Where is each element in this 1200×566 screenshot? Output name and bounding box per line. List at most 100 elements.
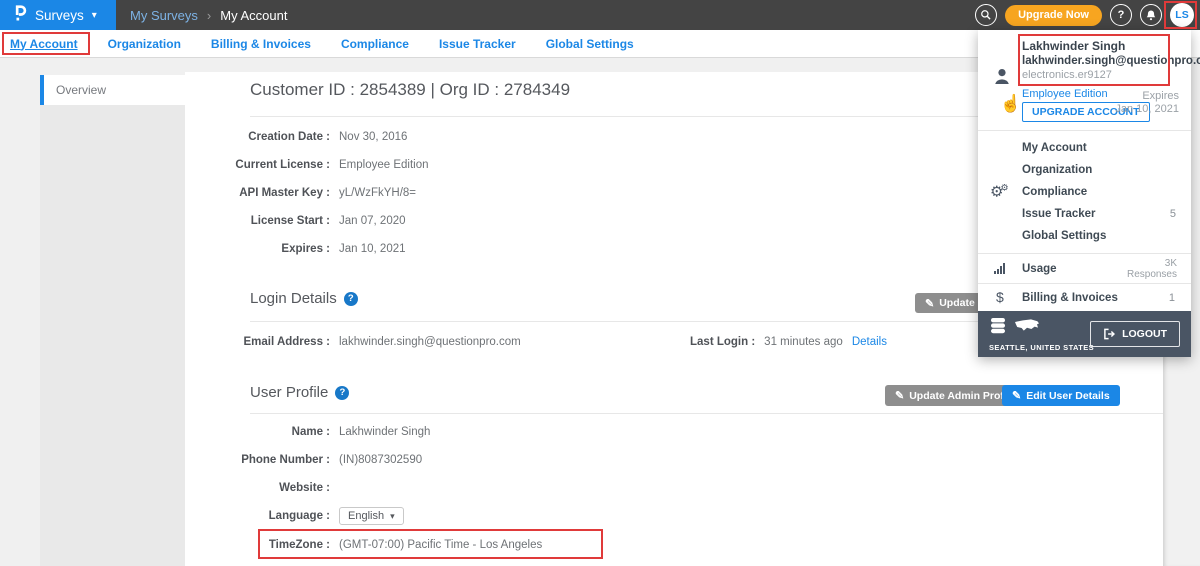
field-label: Name :: [185, 426, 330, 438]
dropdown-menu: ⚙⚙ My Account Organization Compliance Is…: [978, 130, 1191, 253]
language-value: English: [348, 510, 384, 522]
login-details-heading: Login Details ?: [250, 290, 358, 307]
field-label: TimeZone :: [185, 539, 330, 551]
sidebar-overview-label: Overview: [56, 83, 106, 97]
app-window: Surveys ▾ My Surveys › My Account Upgrad…: [0, 0, 1200, 566]
breadcrumb-my-surveys[interactable]: My Surveys: [130, 8, 198, 23]
menu-item-billing-invoices[interactable]: $ Billing & Invoices 1: [978, 283, 1191, 311]
usage-bars-icon: [994, 263, 1005, 274]
user-profile-title: User Profile: [250, 384, 328, 401]
search-icon[interactable]: [975, 4, 997, 26]
person-icon: [993, 68, 1011, 90]
field-row-website: Website :: [185, 478, 339, 498]
tab-billing-invoices[interactable]: Billing & Invoices: [211, 37, 311, 51]
field-label: Website :: [185, 482, 330, 494]
billing-count: 1: [1169, 292, 1175, 304]
menu-item-compliance[interactable]: Compliance: [978, 181, 1191, 203]
notifications-bell-icon[interactable]: [1140, 4, 1162, 26]
settings-gears-icon: ⚙⚙: [990, 183, 1009, 202]
dollar-icon: $: [996, 289, 1004, 305]
menu-item-organization[interactable]: Organization: [978, 159, 1191, 181]
field-row-name: Name : Lakhwinder Singh: [185, 422, 430, 442]
field-row-current-license: Current License : Employee Edition: [185, 155, 429, 175]
login-details-help-icon[interactable]: ?: [344, 292, 358, 306]
user-avatar[interactable]: LS: [1170, 3, 1194, 27]
menu-item-issue-tracker[interactable]: Issue Tracker 5: [978, 203, 1191, 225]
upgrade-now-button[interactable]: Upgrade Now: [1005, 5, 1102, 26]
field-row-expires: Expires : Jan 10, 2021: [185, 239, 406, 259]
user-dropdown-panel: Lakhwinder Singh lakhwinder.singh@questi…: [978, 30, 1191, 357]
field-value: yL/WzFkYH/8=: [339, 187, 416, 199]
expires-label: Expires: [1115, 90, 1179, 103]
license-expiry: Expires Jan 10, 2021: [1115, 90, 1179, 116]
logout-button[interactable]: LOGOUT: [1090, 321, 1180, 347]
tab-organization[interactable]: Organization: [108, 37, 181, 51]
sidebar-item-overview[interactable]: Overview: [40, 75, 185, 105]
logout-icon: [1103, 328, 1116, 340]
breadcrumb-separator-icon: ›: [207, 8, 211, 23]
datacenter-location: SEATTLE, UNITED STATES: [989, 343, 1094, 352]
field-label: Phone Number :: [185, 454, 330, 466]
user-profile-help-icon[interactable]: ?: [335, 386, 349, 400]
update-admin-profile-label: Update Admin Profile: [909, 390, 1015, 402]
field-row-api-master-key: API Master Key : yL/WzFkYH/8=: [185, 183, 416, 203]
edit-icon: ✎: [1012, 389, 1021, 402]
field-value: lakhwinder.singh@questionpro.com: [339, 336, 521, 348]
edit-icon: ✎: [895, 389, 904, 402]
menu-item-my-account[interactable]: My Account: [978, 137, 1191, 159]
language-select[interactable]: English ▾: [339, 507, 404, 525]
tab-issue-tracker[interactable]: Issue Tracker: [439, 37, 516, 51]
edit-user-details-button[interactable]: ✎ Edit User Details: [1002, 385, 1120, 406]
dropdown-user-info: Lakhwinder Singh lakhwinder.singh@questi…: [1022, 39, 1200, 82]
product-switcher[interactable]: Surveys ▾: [0, 0, 116, 30]
tab-my-account[interactable]: My Account: [10, 37, 78, 51]
chevron-down-icon: ▾: [92, 10, 97, 21]
divider: [250, 413, 1163, 414]
usa-map-icon: [1014, 318, 1040, 338]
expires-date: Jan 10, 2021: [1115, 103, 1179, 116]
field-value: Employee Edition: [339, 159, 429, 171]
menu-item-usage[interactable]: Usage 3K Responses: [978, 253, 1191, 283]
edit-user-details-label: Edit User Details: [1026, 390, 1109, 402]
dropdown-username: electronics.er9127: [1022, 68, 1200, 82]
field-label: Current License :: [185, 159, 330, 171]
field-value: Nov 30, 2016: [339, 131, 407, 143]
field-label: Language :: [185, 510, 330, 522]
logout-label: LOGOUT: [1122, 328, 1167, 340]
field-row-phone: Phone Number : (IN)8087302590: [185, 450, 422, 470]
last-login-details-link[interactable]: Details: [852, 336, 887, 348]
edition-link[interactable]: Employee Edition: [1022, 88, 1108, 100]
top-navbar: Surveys ▾ My Surveys › My Account Upgrad…: [0, 0, 1200, 30]
tab-global-settings[interactable]: Global Settings: [546, 37, 634, 51]
field-row-timezone: TimeZone : (GMT-07:00) Pacific Time - Lo…: [185, 535, 542, 555]
last-login-value: 31 minutes ago: [764, 336, 843, 348]
server-database-icon: [990, 317, 1006, 340]
field-value: Jan 07, 2020: [339, 215, 406, 227]
menu-item-global-settings[interactable]: Global Settings: [978, 225, 1191, 247]
product-label: Surveys: [35, 8, 84, 23]
breadcrumb-current: My Account: [220, 8, 287, 23]
field-row-email-address: Email Address : lakhwinder.singh@questio…: [185, 332, 521, 352]
field-label: Email Address :: [185, 336, 330, 348]
last-login-row: Last Login : 31 minutes ago Details: [690, 332, 887, 352]
field-value: Jan 10, 2021: [339, 243, 406, 255]
field-value: (GMT-07:00) Pacific Time - Los Angeles: [339, 539, 542, 551]
help-icon[interactable]: ?: [1110, 4, 1132, 26]
left-sidebar: Overview: [40, 75, 185, 566]
dropdown-footer: SEATTLE, UNITED STATES LOGOUT: [978, 311, 1191, 357]
sidebar-panel: [40, 105, 185, 566]
usage-label: Usage: [1022, 263, 1127, 275]
dropdown-user-email: lakhwinder.singh@questionpro.com: [1022, 54, 1200, 68]
field-label: Creation Date :: [185, 131, 330, 143]
chevron-down-icon: ▾: [390, 511, 395, 522]
questionpro-logo-icon: [13, 3, 28, 27]
billing-label: Billing & Invoices: [1022, 292, 1169, 304]
tab-compliance[interactable]: Compliance: [341, 37, 409, 51]
field-row-language: Language : English ▾: [185, 506, 404, 526]
edit-icon: ✎: [925, 297, 934, 310]
field-value: Lakhwinder Singh: [339, 426, 430, 438]
topbar-actions: Upgrade Now ? LS: [975, 0, 1194, 30]
field-row-license-start: License Start : Jan 07, 2020: [185, 211, 406, 231]
usage-count: 3K Responses: [1127, 258, 1177, 280]
field-row-creation-date: Creation Date : Nov 30, 2016: [185, 127, 407, 147]
